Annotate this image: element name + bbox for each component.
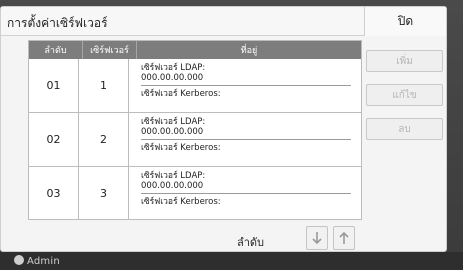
- divider: [141, 85, 351, 86]
- divider: [141, 139, 351, 140]
- table-row[interactable]: 03 3 เซิร์ฟเวอร์ LDAP: 000.00.00.000 เซิ…: [29, 167, 361, 219]
- table-row[interactable]: 02 2 เซิร์ฟเวอร์ LDAP: 000.00.00.000 เซิ…: [29, 113, 361, 167]
- ldap-label: เซิร์ฟเวอร์ LDAP:: [141, 63, 206, 73]
- header-address: ที่อยู่: [240, 46, 258, 56]
- divider: [141, 193, 351, 194]
- row-server: 2: [79, 113, 129, 166]
- server-settings-dialog: การตั้งค่าเซิร์ฟเวอร์ ปิด ลำดับ เซิร์ฟเว…: [0, 6, 447, 252]
- row-address: เซิร์ฟเวอร์ LDAP: 000.00.00.000 เซิร์ฟเว…: [129, 59, 361, 112]
- row-address: เซิร์ฟเวอร์ LDAP: 000.00.00.000 เซิร์ฟเว…: [129, 167, 361, 219]
- row-server: 1: [79, 59, 129, 112]
- ldap-value: 000.00.00.000: [141, 73, 204, 83]
- status-bar: [0, 252, 463, 270]
- move-down-button[interactable]: [306, 226, 328, 250]
- row-order: 02: [29, 113, 79, 166]
- ldap-value: 000.00.00.000: [141, 181, 204, 191]
- table-header: ลำดับ เซิร์ฟเวอร์ ที่อยู่: [29, 41, 361, 59]
- user-indicator: Admin: [14, 255, 60, 267]
- row-server: 3: [79, 167, 129, 219]
- kerberos-label: เซิร์ฟเวอร์ Kerberos:: [141, 197, 221, 207]
- edit-button[interactable]: แก้ไข: [366, 84, 443, 106]
- ldap-label: เซิร์ฟเวอร์ LDAP:: [141, 117, 206, 127]
- move-up-button[interactable]: [333, 226, 355, 250]
- table-row[interactable]: 01 1 เซิร์ฟเวอร์ LDAP: 000.00.00.000 เซิ…: [29, 59, 361, 113]
- arrow-up-icon: [339, 231, 349, 244]
- arrow-down-icon: [312, 232, 322, 245]
- row-order: 01: [29, 59, 79, 112]
- header-order: ลำดับ: [29, 41, 83, 59]
- dialog-titlebar: การตั้งค่าเซิร์ฟเวอร์ ปิด: [1, 7, 446, 36]
- server-table: ลำดับ เซิร์ฟเวอร์ ที่อยู่ 01 1 เซิร์ฟเวอ…: [28, 40, 362, 220]
- kerberos-label: เซิร์ฟเวอร์ Kerberos:: [141, 89, 221, 99]
- close-button[interactable]: ปิด: [364, 7, 446, 36]
- user-name: Admin: [27, 256, 60, 267]
- add-button[interactable]: เพิ่ม: [366, 50, 443, 72]
- row-address: เซิร์ฟเวอร์ LDAP: 000.00.00.000 เซิร์ฟเว…: [129, 113, 361, 166]
- dialog-title: การตั้งค่าเซิร์ฟเวอร์: [7, 16, 108, 30]
- row-order: 03: [29, 167, 79, 219]
- delete-button[interactable]: ลบ: [366, 118, 443, 140]
- ldap-label: เซิร์ฟเวอร์ LDAP:: [141, 171, 206, 181]
- user-icon: [14, 255, 24, 265]
- kerberos-label: เซิร์ฟเวอร์ Kerberos:: [141, 143, 221, 153]
- ldap-value: 000.00.00.000: [141, 127, 204, 137]
- sort-label: ลำดับ: [237, 236, 265, 249]
- header-server: เซิร์ฟเวอร์: [83, 41, 137, 59]
